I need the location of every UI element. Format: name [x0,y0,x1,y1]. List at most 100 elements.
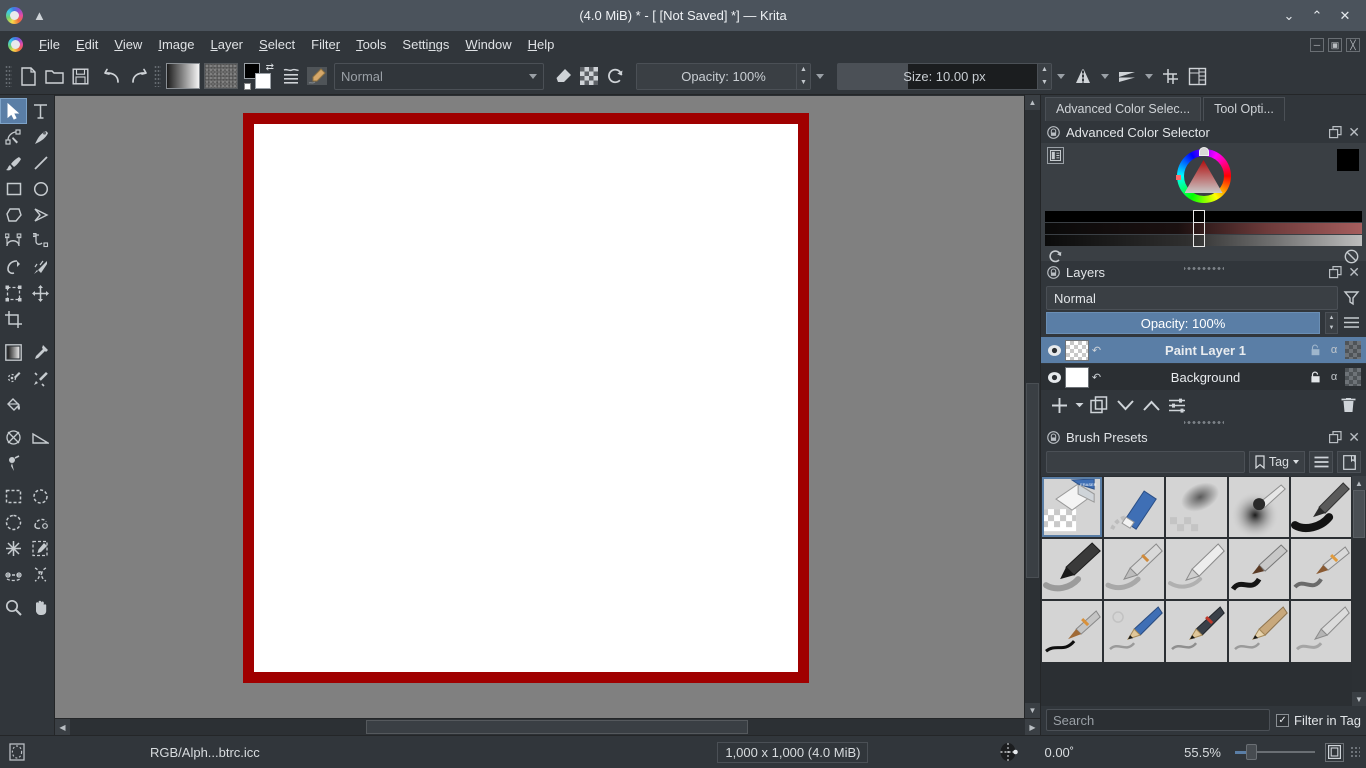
tool-freehand-path[interactable] [27,228,54,254]
eraser-mode-icon[interactable] [550,62,576,90]
move-layer-down-icon[interactable] [1113,393,1137,417]
blending-mode-combo[interactable]: Normal [334,63,544,90]
brush-preset-m-pencil-dark[interactable] [1166,601,1226,661]
scroll-left-icon[interactable]: ◀ [55,719,70,735]
menu-image[interactable]: Image [150,33,202,56]
scroll-right-icon[interactable]: ▶ [1025,719,1040,735]
tool-bezier-curve[interactable] [0,228,27,254]
layer-visibility-icon[interactable] [1043,371,1065,384]
tool-freehand-brush[interactable] [0,150,27,176]
opacity-options-chevron-icon[interactable] [816,74,824,79]
close-icon[interactable]: ✕ [1348,429,1360,446]
resource-storage-icon[interactable] [1337,451,1361,473]
pattern-swatch[interactable] [204,63,238,89]
mdi-minimize-icon[interactable]: ─ [1310,38,1324,52]
add-layer-icon[interactable] [1047,393,1071,417]
open-file-icon[interactable] [41,62,67,90]
brush-presets-icon[interactable] [278,62,304,90]
layer-thumbnail[interactable] [1065,367,1089,388]
new-file-icon[interactable] [15,62,41,90]
brush-size-spinner[interactable]: ▲▼ [1037,64,1051,89]
brush-preset-g-ink-gpen[interactable] [1104,539,1164,599]
brush-preset-e-ink-brush[interactable] [1291,477,1351,537]
maximize-icon[interactable]: ⌃ [1310,9,1324,22]
image-canvas-border[interactable] [243,113,809,683]
menu-layer[interactable]: Layer [202,33,251,56]
layers-menu-icon[interactable] [1343,315,1361,331]
tool-transform[interactable] [0,280,27,306]
dock-lock-icon[interactable] [1047,126,1060,139]
menu-tools[interactable]: Tools [348,33,394,56]
layer-name[interactable]: Background [1104,370,1307,385]
canvas-vertical-scrollbar[interactable]: ▲ ▼ [1024,95,1040,718]
filter-in-tag-checkbox[interactable]: ✓ Filter in Tag [1276,713,1361,728]
mirror-horizontal-icon[interactable] [1070,62,1096,90]
layers-list[interactable]: ↶ Paint Layer 1 α [1041,337,1366,391]
tool-rectangle[interactable] [0,176,27,202]
tool-calligraphy[interactable] [27,124,54,150]
color-selector-settings-icon[interactable] [1047,147,1064,164]
wraparound-mode-icon[interactable] [1158,62,1184,90]
tool-elliptical-selection[interactable] [27,483,54,509]
duplicate-layer-icon[interactable] [1087,393,1111,417]
dock-lock-icon[interactable] [1047,431,1060,444]
resource-collection-combo[interactable] [1046,451,1245,473]
advanced-color-selector[interactable] [1041,143,1366,261]
scroll-down-icon[interactable]: ▼ [1025,703,1040,718]
mirror-h-chevron-icon[interactable] [1101,74,1109,79]
filter-layers-icon[interactable] [1343,289,1361,307]
value-cursor[interactable] [1199,147,1209,156]
brush-presets-scrollbar[interactable]: ▲ ▼ [1352,476,1366,706]
brush-preset-n-pencil-wood[interactable] [1229,601,1289,661]
redo-icon[interactable] [125,62,151,90]
show-assistants-icon[interactable] [1184,62,1210,90]
tool-pan[interactable] [27,594,54,620]
move-layer-up-icon[interactable] [1139,393,1163,417]
menu-view[interactable]: View [106,33,150,56]
tool-multibrush[interactable] [27,254,54,280]
shade-cursor-3[interactable] [1193,234,1205,247]
save-file-icon[interactable] [67,62,93,90]
tool-dynamic-brush[interactable] [0,254,27,280]
brush-preset-i-ink-rough[interactable] [1229,539,1289,599]
layer-style-icon[interactable]: ↶ [1089,344,1104,357]
opacity-spinner[interactable]: ▲▼ [796,64,810,89]
foreground-background-color[interactable]: ⇄ [244,62,274,90]
menu-help[interactable]: Help [520,33,563,56]
bp-scroll-thumb[interactable] [1353,490,1365,538]
docker-splitter-2[interactable] [1184,419,1224,426]
krita-menu-logo-icon[interactable] [8,37,23,52]
preserve-alpha-icon[interactable] [576,62,602,90]
brush-preset-o-marker-grey[interactable] [1291,601,1351,661]
tool-ellipse[interactable] [27,176,54,202]
checkbox-check-icon[interactable]: ✓ [1276,714,1289,727]
tool-enclose-and-fill[interactable] [0,424,27,450]
delete-layer-icon[interactable] [1336,393,1360,417]
mirror-vertical-icon[interactable] [1114,62,1140,90]
tool-crop[interactable] [0,306,27,332]
float-icon[interactable] [1329,126,1342,139]
hscroll-track[interactable] [70,719,1025,735]
mdi-restore-icon[interactable]: ▣ [1328,38,1342,52]
tool-freehand-selection[interactable] [27,509,54,535]
selection-mask-icon[interactable] [6,741,28,763]
background-color-swatch[interactable] [255,73,271,89]
toolbar-grip-1[interactable] [5,65,12,87]
menu-settings[interactable]: Settings [394,33,457,56]
zoom-slider-knob[interactable] [1246,744,1257,760]
layer-row-paint-layer-1[interactable]: ↶ Paint Layer 1 α [1041,337,1366,364]
layer-alpha-icon[interactable]: α [1326,368,1342,386]
tool-measure[interactable] [27,424,54,450]
layer-thumbnail[interactable] [1065,340,1089,361]
edit-brush-settings-icon[interactable] [304,62,330,90]
brush-presets-grid[interactable]: ERASER [1041,476,1352,706]
list-view-icon[interactable] [1309,451,1333,473]
current-color-swatch[interactable] [1337,149,1359,171]
brush-preset-b-eraser-small[interactable] [1104,477,1164,537]
scroll-up-icon[interactable]: ▲ [1025,95,1040,110]
add-layer-chevron-icon[interactable] [1073,393,1085,417]
brush-size-slider[interactable]: Size: 10.00 px ▲▼ [837,63,1052,90]
reset-colors-icon[interactable] [244,83,251,90]
color-shade-bars[interactable] [1045,211,1362,246]
canvas-horizontal-scrollbar[interactable]: ◀ ▶ [55,718,1040,735]
